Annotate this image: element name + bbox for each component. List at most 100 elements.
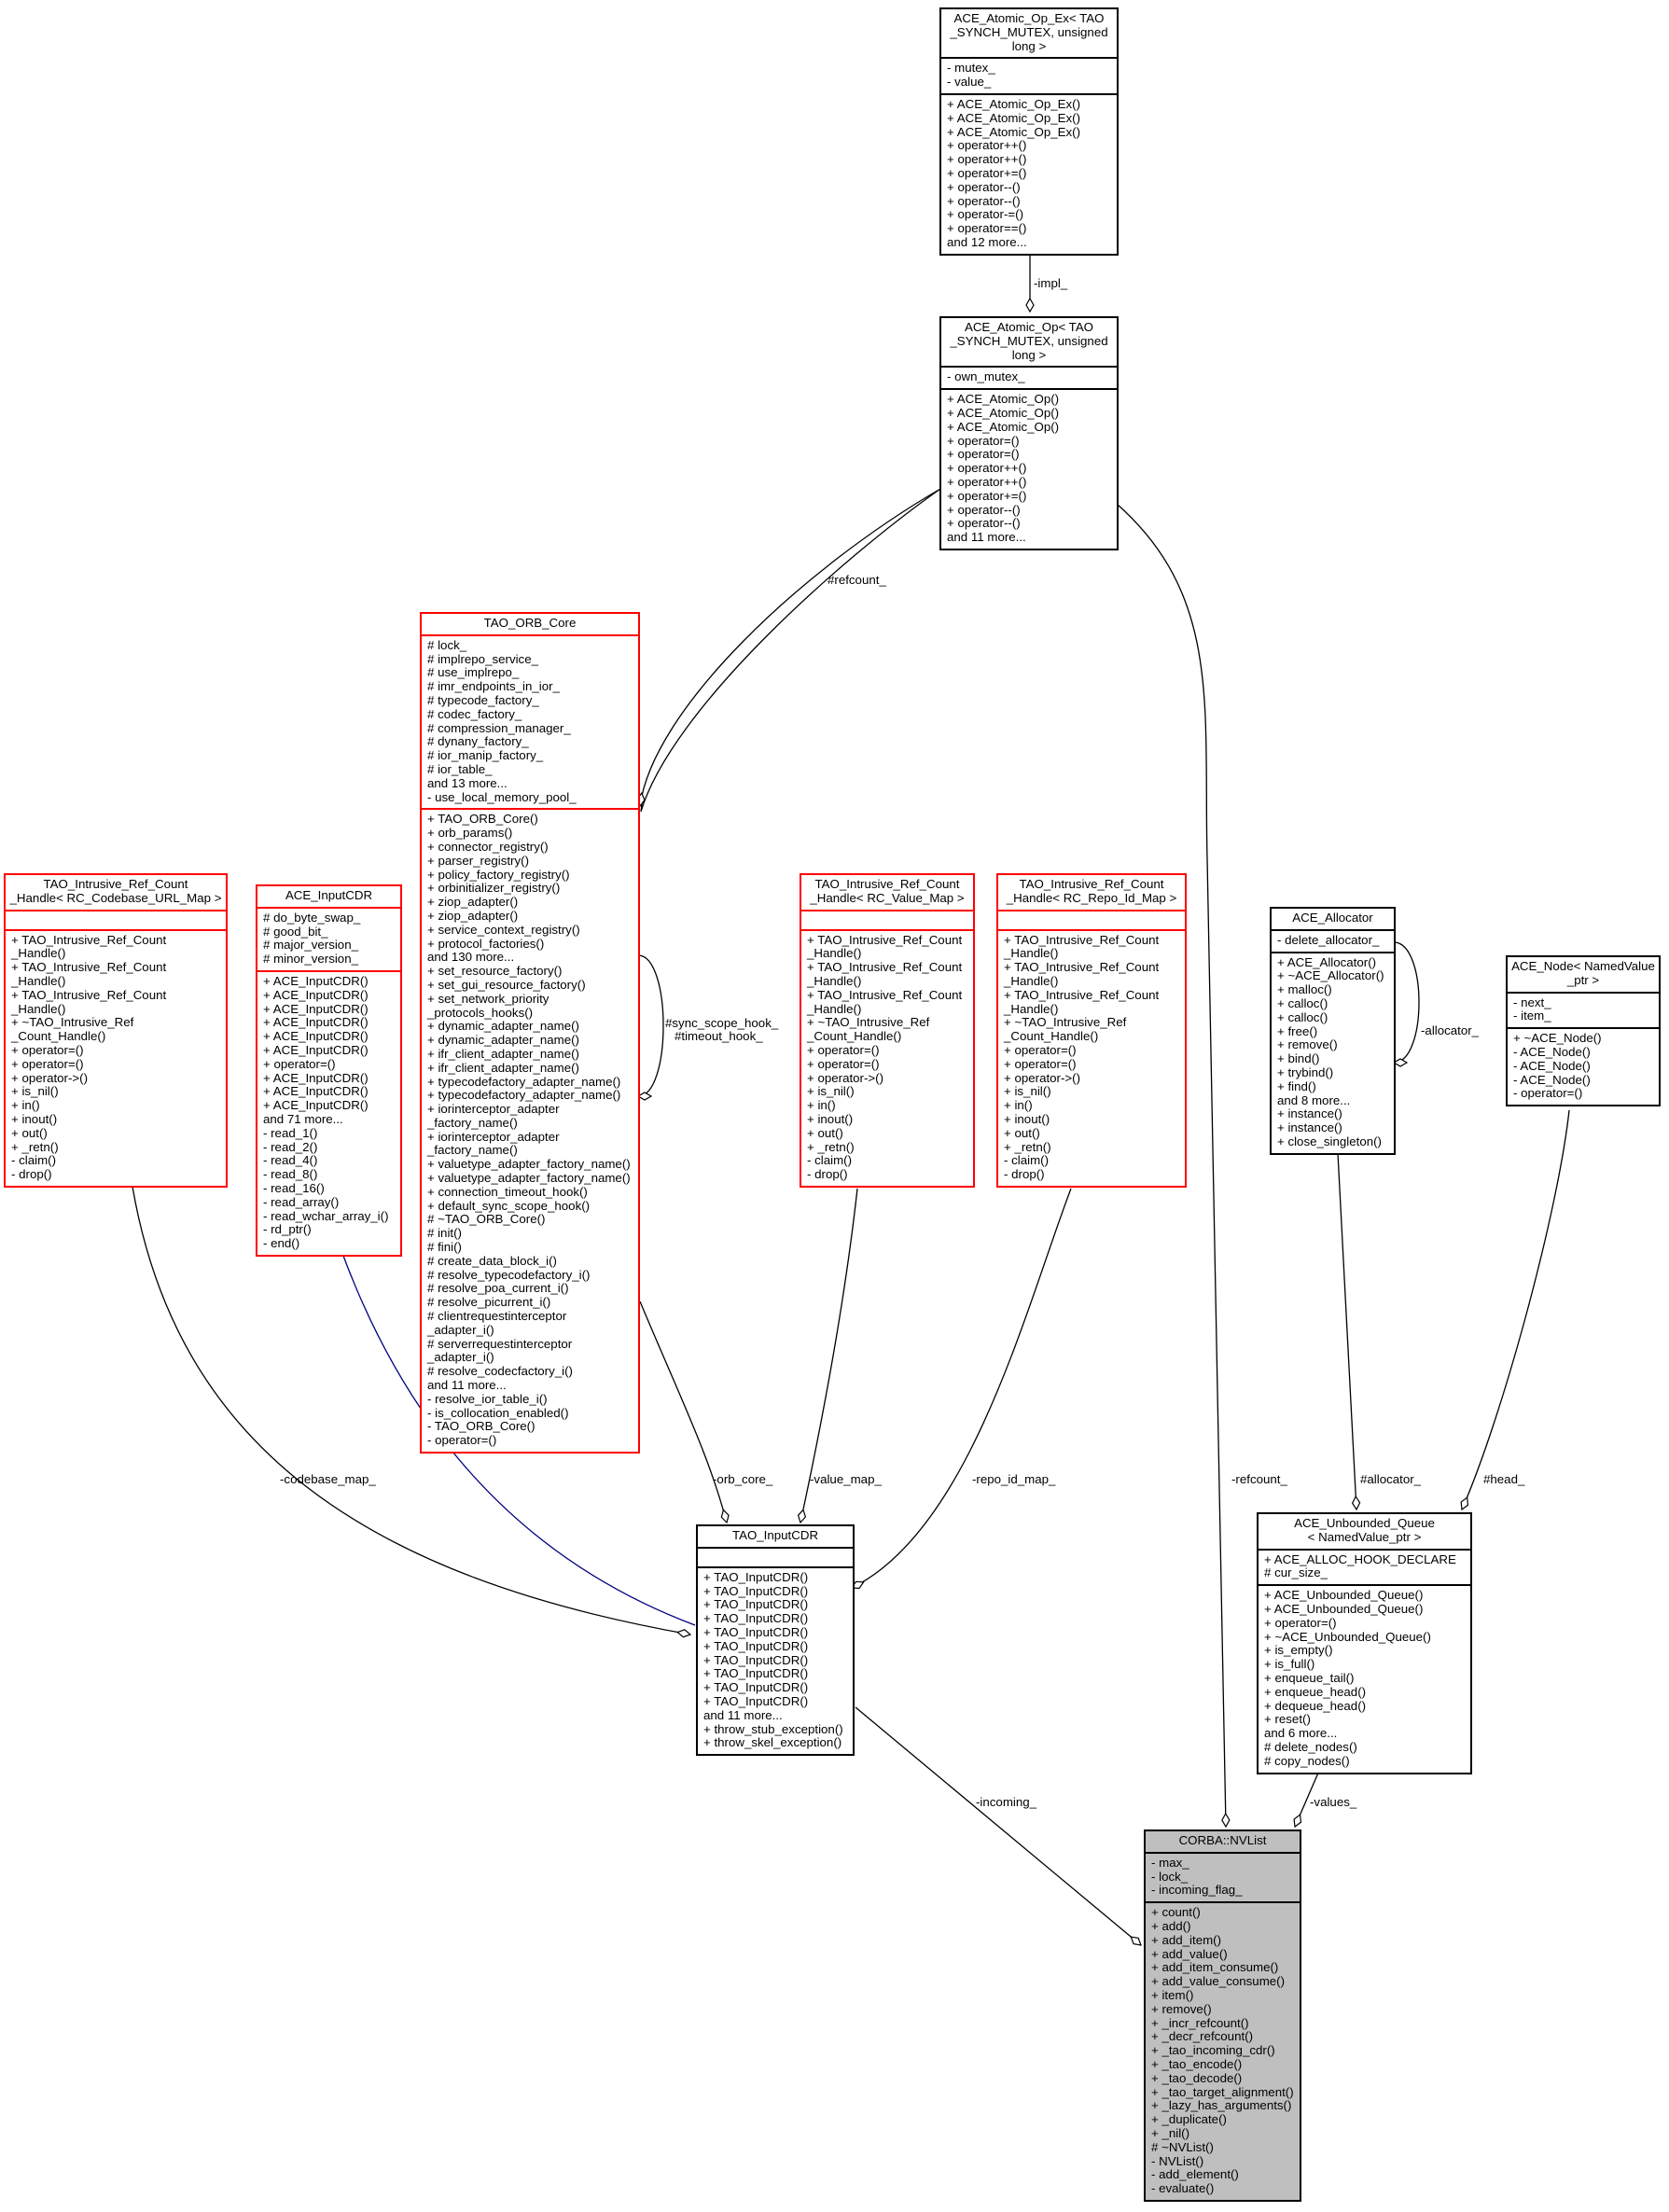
class-title-line: _Handle< RC_Repo_Id_Map > — [1006, 890, 1177, 905]
class-operations-line: + operator==() — [947, 221, 1027, 236]
class-title-line: ACE_Atomic_Op_Ex< TAO — [953, 11, 1105, 25]
class-ace-unbounded-queue[interactable]: ACE_Unbounded_Queue < NamedValue_ptr > + A… — [1257, 1512, 1472, 1774]
class-title: TAO_InputCDR — [698, 1526, 853, 1549]
class-attributes-line: # typecode_factory_ — [427, 692, 539, 707]
class-operations-line: + ACE_InputCDR() — [263, 1015, 369, 1030]
class-operations-line: + ACE_InputCDR() — [263, 1042, 369, 1057]
class-operations-line: + TAO_ORB_Core() — [427, 812, 538, 827]
class-attributes-line: # imr_endpoints_in_ior_ — [427, 679, 560, 694]
class-attributes-line: # do_byte_swap_ — [263, 910, 361, 925]
class-operations-line: + _tao_incoming_cdr() — [1151, 2043, 1275, 2058]
class-operations-line: + operator=() — [807, 1042, 880, 1057]
class-title: TAO_Intrusive_Ref_Count _Handle< RC_Value… — [801, 875, 973, 911]
class-ace-atomic-op[interactable]: ACE_Atomic_Op< TAO _SYNCH_MUTEX, unsigned… — [939, 316, 1119, 550]
class-operations-line: - read_4() — [263, 1153, 318, 1168]
class-operations-line: + _lazy_has_arguments() — [1151, 2098, 1292, 2113]
class-ace-atomic-op-ex[interactable]: ACE_Atomic_Op_Ex< TAO _SYNCH_MUTEX, unsig… — [939, 7, 1119, 256]
class-attributes-line: - delete_allocator_ — [1277, 932, 1380, 947]
class-title: ACE_Atomic_Op< TAO _SYNCH_MUTEX, unsigned… — [941, 318, 1117, 369]
class-operations-line: + operator=() — [947, 433, 1020, 448]
class-operations-line: # resolve_typecodefactory_i() — [427, 1267, 591, 1282]
class-operations-line: + TAO_InputCDR() — [703, 1583, 809, 1598]
class-operations-line: - operator=() — [1513, 1086, 1583, 1101]
class-operations-line: + is_empty() — [1264, 1643, 1333, 1658]
class-operations-line: + policy_factory_registry() — [427, 867, 570, 882]
class-operations-line: - ACE_Node() — [1513, 1058, 1591, 1073]
class-operations-line: + TAO_Intrusive_Ref_Count — [1004, 932, 1160, 947]
edge-label-refcount-orb: #refcount_ — [828, 573, 886, 587]
class-operations-line: + _tao_decode() — [1151, 2070, 1243, 2085]
class-ace-inputcdr[interactable]: ACE_InputCDR # do_byte_swap_ # good_bit_ # … — [256, 884, 402, 1257]
class-attributes — [698, 1549, 853, 1568]
class-operations-line: + is_nil() — [11, 1084, 59, 1099]
class-operations-line: + ~ACE_Node() — [1513, 1031, 1602, 1046]
class-operations-line: + reset() — [1264, 1712, 1311, 1727]
class-tao-intrusive-ref-count-handle-value-map[interactable]: TAO_Intrusive_Ref_Count _Handle< RC_Value… — [800, 873, 975, 1188]
class-operations: + TAO_Intrusive_Ref_Count _Handle() + TAO_… — [6, 931, 226, 1186]
class-title-line: ACE_Node< NamedValue — [1511, 959, 1655, 973]
class-operations-line: - TAO_ORB_Core() — [427, 1419, 535, 1434]
class-operations-line: + find() — [1277, 1078, 1316, 1093]
class-attributes-line: + ACE_ALLOC_HOOK_DECLARE — [1264, 1551, 1456, 1566]
class-ace-allocator[interactable]: ACE_Allocator - delete_allocator_ + ACE_Al… — [1270, 907, 1396, 1155]
class-operations-line: + operator+=() — [947, 488, 1027, 503]
class-tao-intrusive-ref-count-handle-codebase-url-map[interactable]: TAO_Intrusive_Ref_Count _Handle< RC_Codeb… — [4, 873, 228, 1188]
class-operations-line: + ACE_InputCDR() — [263, 1029, 369, 1044]
class-attributes-line: - use_local_memory_pool_ — [427, 789, 577, 804]
class-ace-node[interactable]: ACE_Node< NamedValue _ptr > - next_ - item_… — [1506, 955, 1661, 1107]
class-attributes-line: - next_ — [1513, 995, 1551, 1009]
class-tao-intrusive-ref-count-handle-repo-id-map[interactable]: TAO_Intrusive_Ref_Count _Handle< RC_Repo_… — [996, 873, 1187, 1188]
class-operations-line: + ACE_Atomic_Op_Ex() — [947, 110, 1080, 125]
class-corba-nvlist[interactable]: CORBA::NVList - max_ - lock_ - incoming_fla… — [1144, 1829, 1301, 2202]
class-operations-line: # ~NVList() — [1151, 2139, 1214, 2154]
class-tao-inputcdr[interactable]: TAO_InputCDR + TAO_InputCDR() + TAO_InputC… — [696, 1524, 855, 1757]
edge-label-timeout-hook: #timeout_hook_ — [675, 1029, 763, 1043]
class-operations-line: # resolve_poa_current_i() — [427, 1281, 569, 1296]
class-operations-line: _Handle() — [807, 973, 862, 988]
class-operations-line: + TAO_Intrusive_Ref_Count — [11, 960, 167, 975]
class-operations-line: + operator=() — [1004, 1056, 1077, 1071]
class-title: ACE_Unbounded_Queue < NamedValue_ptr > — [1259, 1514, 1470, 1551]
class-operations-line: + ~ACE_Allocator() — [1277, 968, 1384, 983]
class-operations-line: + operator--() — [947, 502, 1021, 517]
class-operations-line: + ifr_client_adapter_name() — [427, 1060, 579, 1075]
class-operations-line: + add() — [1151, 1918, 1191, 1933]
class-operations-line: + operator->() — [1004, 1070, 1081, 1085]
class-attributes-line: # major_version_ — [263, 938, 358, 953]
edge-label-allocator-q: #allocator_ — [1360, 1472, 1422, 1486]
class-operations-line: + operator+=() — [947, 165, 1027, 180]
class-attributes-line: # ior_manip_factory_ — [427, 748, 544, 763]
class-title-line: _SYNCH_MUTEX, unsigned — [950, 24, 1108, 39]
class-operations-line: _Handle() — [807, 1001, 862, 1016]
class-attributes — [998, 911, 1185, 931]
class-operations-line: _Handle() — [1004, 946, 1059, 961]
class-operations-line: + ifr_client_adapter_name() — [427, 1046, 579, 1061]
class-attributes-line: - incoming_flag_ — [1151, 1883, 1243, 1898]
class-operations-line: + ~ACE_Unbounded_Queue() — [1264, 1629, 1431, 1644]
class-attributes: # do_byte_swap_ # good_bit_ # major_versio… — [257, 909, 400, 972]
class-attributes-line: # codec_factory_ — [427, 706, 522, 721]
class-title-line: TAO_Intrusive_Ref_Count — [1019, 877, 1164, 891]
class-attributes: - delete_allocator_ — [1272, 931, 1394, 953]
class-operations-line: + TAO_InputCDR() — [703, 1652, 809, 1667]
class-tao-orb-core[interactable]: TAO_ORB_Core # lock_ # implrepo_service_ # … — [420, 612, 640, 1454]
class-operations-line: - drop() — [807, 1167, 848, 1182]
class-operations-line: + ziop_adapter() — [427, 895, 519, 910]
class-title: ACE_Node< NamedValue _ptr > — [1508, 957, 1659, 994]
class-operations-line: - claim() — [1004, 1153, 1050, 1168]
class-attributes-line: - lock_ — [1151, 1869, 1189, 1884]
class-operations-line: _adapter_i() — [427, 1350, 494, 1365]
class-operations-line: - claim() — [11, 1153, 57, 1168]
class-operations-line: + operator=() — [947, 447, 1020, 462]
class-attributes-line: # dynany_factory_ — [427, 734, 529, 749]
class-operations-line: - drop() — [1004, 1167, 1045, 1182]
class-attributes-line: # good_bit_ — [263, 924, 328, 939]
class-title: TAO_Intrusive_Ref_Count _Handle< RC_Codeb… — [6, 875, 226, 911]
class-operations-line: + operator=() — [11, 1042, 84, 1057]
class-operations-line: _Handle() — [807, 946, 862, 961]
class-operations-line: + ACE_Unbounded_Queue() — [1264, 1601, 1424, 1616]
class-operations-line: # clientrequestinterceptor — [427, 1309, 567, 1324]
class-operations-line: + iorinterceptor_adapter — [427, 1129, 560, 1144]
class-attributes-line: # compression_manager_ — [427, 720, 571, 735]
class-operations-line: + count() — [1151, 1905, 1201, 1920]
